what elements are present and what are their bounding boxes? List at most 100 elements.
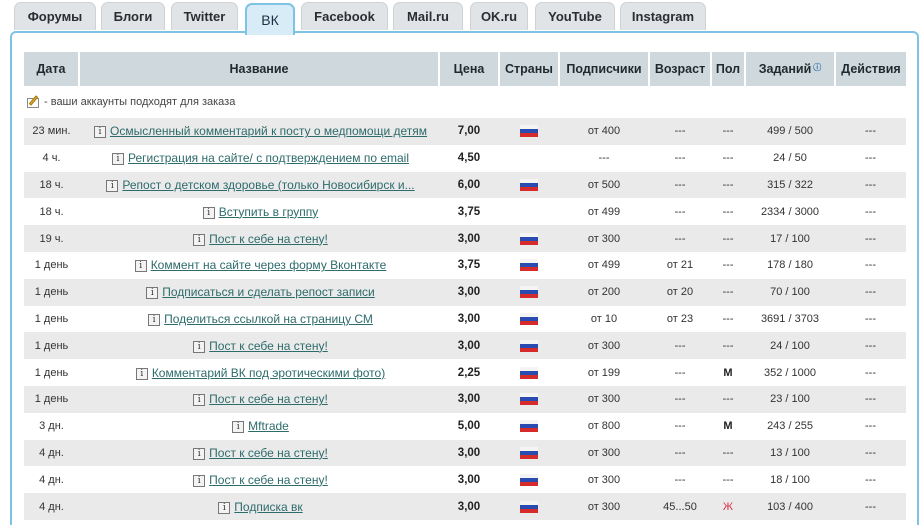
row-tasks: 243 / 255 (745, 412, 835, 440)
task-link[interactable]: Регистрация на сайте/ с подтверждением п… (128, 151, 409, 165)
row-age: --- (649, 144, 711, 172)
legend-text: - ваши аккаунты подходят для заказа (44, 95, 236, 108)
table-row: 4 дн. i Подписка вк 3,00 от 300 45...50 Ж 103 /… (24, 493, 906, 520)
info-icon[interactable]: ⓘ (813, 63, 821, 72)
row-subscribers: от 10 (559, 305, 649, 333)
row-gender: М (711, 412, 745, 440)
task-link[interactable]: Репост о детском здоровье (только Новоси… (122, 178, 414, 192)
info-icon[interactable]: i (202, 206, 215, 219)
info-icon[interactable]: i (146, 287, 159, 300)
row-subscribers: от 300 (559, 225, 649, 252)
table-row: 19 ч. i Пост к себе на стену! 3,00 от 300 ---… (24, 225, 906, 252)
row-date: 4 ч. (24, 144, 79, 172)
header-tasks[interactable]: Заданий ⓘ (745, 52, 836, 86)
table-row: 1 день i Подписаться и сделать репост запи… (24, 278, 906, 306)
table-row: 4 дн. i Пост к себе на стену! 3,00 от 300 ---… (24, 439, 906, 467)
row-actions: --- (835, 225, 906, 252)
row-subscribers: от 200 (559, 278, 649, 306)
row-gender: --- (711, 225, 745, 252)
row-tasks: 24 / 100 (745, 332, 835, 360)
info-icon[interactable]: i (148, 314, 161, 327)
info-icon[interactable]: i (193, 394, 206, 407)
row-tasks: 352 / 1000 (745, 359, 835, 386)
task-link[interactable]: Пост к себе на стену! (209, 339, 328, 353)
tab-7[interactable]: YouTube (535, 2, 615, 30)
row-price: 3,00 (439, 466, 499, 494)
row-subscribers: от 300 (559, 466, 649, 494)
row-countries (499, 251, 559, 279)
row-countries (499, 359, 559, 386)
task-link[interactable]: Подписка вк (234, 500, 302, 514)
row-tasks: 70 / 100 (745, 278, 835, 306)
tab-8[interactable]: Instagram (620, 2, 706, 30)
table-row: 1 день i Поделиться ссылкой на страницу СМ… (24, 305, 906, 333)
info-icon[interactable]: i (106, 180, 119, 193)
tab-5[interactable]: Mail.ru (393, 2, 463, 30)
russia-flag-icon (520, 447, 538, 459)
row-title-cell: i Комментарий ВК под эротическими фото) (79, 359, 439, 386)
row-actions: --- (835, 493, 906, 520)
row-age: --- (649, 171, 711, 199)
row-title-cell: i Осмысленный комментарий к посту о медпо… (79, 118, 439, 145)
task-link[interactable]: Пост к себе на стену! (209, 232, 328, 246)
row-age: --- (649, 385, 711, 413)
row-date: 3 дн. (24, 412, 79, 440)
info-icon[interactable]: i (193, 474, 206, 487)
header-subscribers: Подписчики (559, 52, 650, 86)
task-link[interactable]: Пост к себе на стену! (209, 473, 328, 487)
row-countries (499, 225, 559, 252)
note-edit-icon (26, 95, 42, 109)
info-icon[interactable]: i (193, 448, 206, 460)
tab-6[interactable]: OK.ru (470, 2, 528, 30)
row-date: 1 день (24, 251, 79, 279)
russia-flag-icon (520, 393, 538, 406)
row-tasks: 178 / 180 (745, 251, 835, 279)
info-icon[interactable]: i (93, 126, 106, 139)
header-title[interactable]: Название (79, 52, 440, 86)
task-link[interactable]: Вступить в группу (219, 205, 319, 219)
task-link[interactable]: Коммент на сайте через форму Вконтакте (151, 258, 387, 272)
row-price: 2,25 (439, 359, 499, 386)
row-date: 18 ч. (24, 198, 79, 226)
header-price[interactable]: Цена (439, 52, 500, 86)
tab-1[interactable]: Блоги (101, 2, 165, 30)
info-icon[interactable]: i (193, 233, 206, 246)
row-date: 4 дн. (24, 439, 79, 467)
info-icon[interactable]: i (112, 153, 124, 166)
row-title-cell: i Пост к себе на стену! (79, 225, 439, 252)
row-countries (499, 412, 559, 440)
row-age: 45...50 (649, 493, 711, 520)
row-subscribers: от 300 (559, 439, 649, 467)
header-date[interactable]: Дата (24, 52, 80, 86)
row-tasks: 103 / 400 (745, 493, 835, 520)
task-link[interactable]: Пост к себе на стену! (209, 392, 328, 406)
info-icon[interactable]: i (193, 340, 206, 353)
row-age: от 21 (649, 251, 711, 279)
tab-2[interactable]: Twitter (171, 2, 238, 30)
info-icon[interactable]: i (232, 421, 245, 434)
russia-flag-icon (520, 179, 538, 192)
tab-0[interactable]: Форумы (14, 2, 96, 30)
header-countries: Страны (499, 52, 560, 86)
info-icon[interactable]: i (218, 501, 231, 514)
tab-4[interactable]: Facebook (301, 2, 388, 30)
row-age: от 23 (649, 305, 711, 333)
row-actions: --- (835, 198, 906, 226)
task-link[interactable]: Комментарий ВК под эротическими фото) (152, 366, 385, 380)
row-countries (499, 385, 559, 413)
row-tasks: 2334 / 3000 (745, 198, 835, 226)
task-link[interactable]: Поделиться ссылкой на страницу СМ (164, 312, 373, 326)
legend-row: - ваши аккаунты подходят для заказа (24, 86, 906, 118)
tab-3[interactable]: ВК (245, 3, 295, 35)
task-link[interactable]: Mftrade (248, 419, 289, 433)
row-gender: --- (711, 278, 745, 306)
row-title-cell: i Mftrade (79, 412, 439, 440)
task-link[interactable]: Осмысленный комментарий к посту о медпом… (110, 124, 427, 138)
info-icon[interactable]: i (134, 260, 147, 273)
info-icon[interactable]: i (135, 367, 148, 380)
task-link[interactable]: Пост к себе на стену! (209, 446, 328, 460)
row-price: 7,00 (439, 118, 499, 145)
task-link[interactable]: Подписаться и сделать репост записи (162, 285, 374, 299)
row-price: 3,00 (439, 305, 499, 333)
row-gender: --- (711, 251, 745, 279)
